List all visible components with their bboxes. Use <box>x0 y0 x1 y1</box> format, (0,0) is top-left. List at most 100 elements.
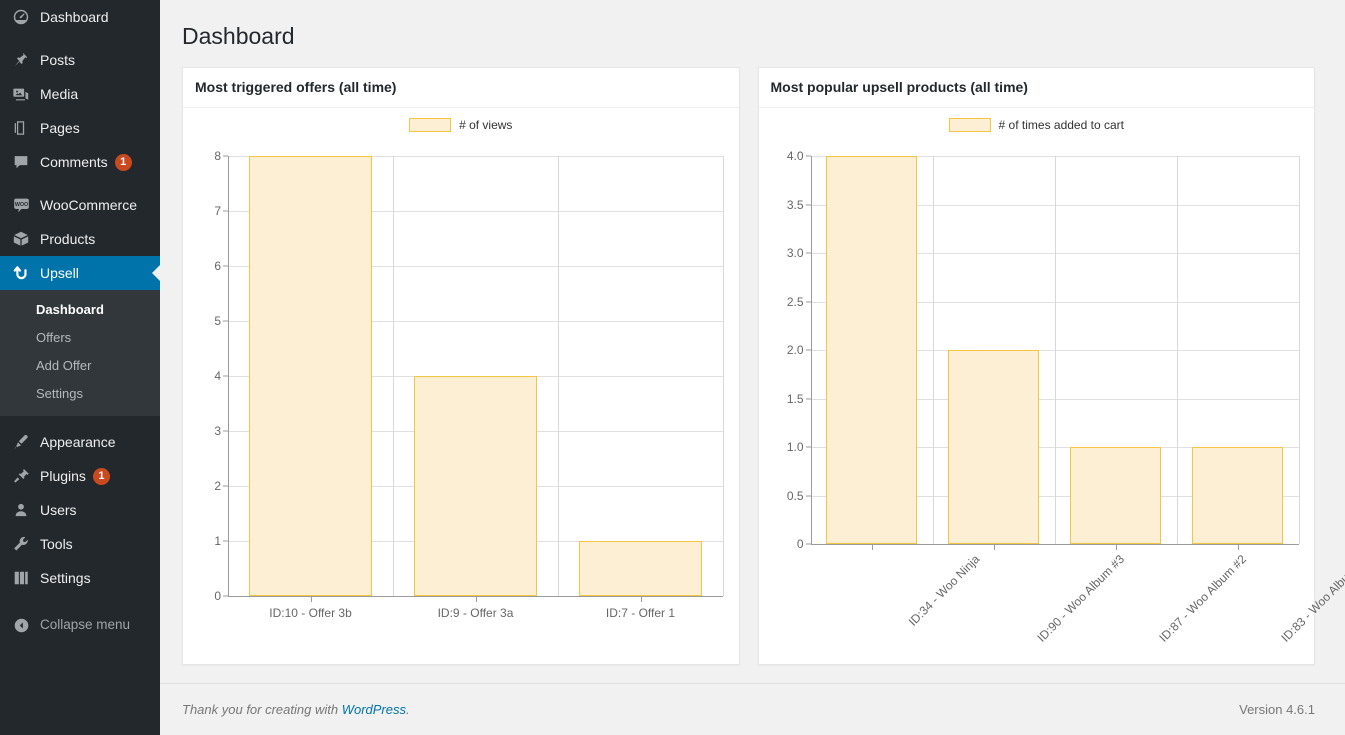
page-title: Dashboard <box>160 0 1345 51</box>
ytick-label: 1.5 <box>787 392 804 406</box>
gridline-x <box>1299 156 1300 544</box>
products-box-icon <box>11 229 31 249</box>
sidebar-item-badge: 1 <box>93 468 110 485</box>
woo-icon: WOO <box>11 195 31 215</box>
sidebar-item-tools[interactable]: Tools <box>0 527 160 561</box>
bar[interactable] <box>826 156 916 544</box>
chart-most-triggered-offers[interactable]: # of views 012345678ID:10 - Offer 3bID:9… <box>183 108 739 664</box>
appearance-brush-icon <box>11 432 31 452</box>
footer-credit: Thank you for creating with WordPress. <box>182 702 410 717</box>
xtick-label: ID:83 - Woo Album #1 <box>1278 552 1345 645</box>
panel-title: Most triggered offers (all time) <box>183 68 739 108</box>
chart-most-popular-upsell-products[interactable]: # of times added to cart 00.51.01.52.02.… <box>759 108 1315 664</box>
ytick-label: 0.5 <box>787 489 804 503</box>
gridline-x <box>1055 156 1056 544</box>
bar[interactable] <box>579 541 701 596</box>
ytick-label: 4.0 <box>787 149 804 163</box>
submenu-item-dashboard[interactable]: Dashboard <box>0 296 160 324</box>
gridline-x <box>1177 156 1178 544</box>
bar[interactable] <box>948 350 1038 544</box>
collapse-menu-label: Collapse menu <box>40 608 130 642</box>
submenu-item-add-offer[interactable]: Add Offer <box>0 352 160 380</box>
bar[interactable] <box>1070 447 1160 544</box>
ytick-label: 2 <box>214 479 221 493</box>
version-label: Version 4.6.1 <box>1239 702 1315 717</box>
ytick-label: 7 <box>214 204 221 218</box>
sidebar-item-users[interactable]: Users <box>0 493 160 527</box>
ytick-label: 1.0 <box>787 440 804 454</box>
upsell-submenu: DashboardOffersAdd OfferSettings <box>0 290 160 416</box>
sidebar-item-badge: 1 <box>115 154 132 171</box>
xtick-mark <box>1116 544 1117 550</box>
ytick-label: 3.5 <box>787 198 804 212</box>
xtick-label: ID:10 - Offer 3b <box>269 606 351 620</box>
gridline-x <box>933 156 934 544</box>
sidebar-item-label: Settings <box>40 561 91 595</box>
xtick-mark <box>311 596 312 602</box>
footer-thanks-text: Thank you for creating with <box>182 702 342 717</box>
sidebar-item-pages[interactable]: Pages <box>0 111 160 145</box>
xtick-mark <box>1238 544 1239 550</box>
users-icon <box>11 500 31 520</box>
sidebar-item-label: Plugins <box>40 459 86 493</box>
xtick-mark <box>994 544 995 550</box>
admin-footer: Thank you for creating with WordPress. V… <box>160 683 1345 735</box>
gridline-x <box>723 156 724 596</box>
submenu-item-settings[interactable]: Settings <box>0 380 160 408</box>
sidebar-item-appearance[interactable]: Appearance <box>0 425 160 459</box>
panel-most-popular-upsell-products: Most popular upsell products (all time) … <box>758 67 1316 665</box>
axis-line-y <box>811 156 812 544</box>
sidebar-item-label: WooCommerce <box>40 188 137 222</box>
ytick-label: 3.0 <box>787 246 804 260</box>
sidebar-item-plugins[interactable]: Plugins 1 <box>0 459 160 493</box>
ytick-label: 0 <box>797 537 804 551</box>
bar[interactable] <box>414 376 536 596</box>
collapse-menu-button[interactable]: Collapse menu <box>0 608 160 642</box>
chart-canvas: 012345678ID:10 - Offer 3bID:9 - Offer 3a… <box>183 108 739 664</box>
gridline-x <box>393 156 394 596</box>
submenu-item-offers[interactable]: Offers <box>0 324 160 352</box>
xtick-mark <box>476 596 477 602</box>
sidebar-item-woocommerce[interactable]: WOO WooCommerce <box>0 188 160 222</box>
sidebar-item-label: Dashboard <box>40 0 109 34</box>
upsell-uturn-icon <box>11 263 31 283</box>
sidebar-item-label: Products <box>40 222 95 256</box>
menu-separator <box>0 416 160 425</box>
ytick-label: 3 <box>214 424 221 438</box>
sidebar-item-upsell[interactable]: Upsell <box>0 256 160 290</box>
plot-area: 012345678ID:10 - Offer 3bID:9 - Offer 3a… <box>228 156 723 596</box>
main-content: Dashboard Most triggered offers (all tim… <box>160 0 1345 735</box>
dashboard-icon <box>11 7 31 27</box>
collapse-arrow-icon <box>11 615 31 635</box>
xtick-label: ID:7 - Offer 1 <box>606 606 675 620</box>
ytick-label: 5 <box>214 314 221 328</box>
xtick-label: ID:87 - Woo Album #2 <box>1156 552 1249 645</box>
admin-sidebar: Dashboard PostsMediaPagesComments1 WOO WooC… <box>0 0 160 735</box>
ytick-label: 6 <box>214 259 221 273</box>
sidebar-item-comments[interactable]: Comments1 <box>0 145 160 179</box>
sidebar-item-dashboard[interactable]: Dashboard <box>0 0 160 34</box>
sidebar-item-settings[interactable]: Settings <box>0 561 160 595</box>
xtick-mark <box>641 596 642 602</box>
sidebar-item-media[interactable]: Media <box>0 77 160 111</box>
dashboard-panels: Most triggered offers (all time) # of vi… <box>160 51 1345 665</box>
sidebar-item-label: Upsell <box>40 256 79 290</box>
xtick-label: ID:90 - Woo Album #3 <box>1034 552 1127 645</box>
ytick-label: 4 <box>214 369 221 383</box>
menu-separator <box>0 34 160 43</box>
sidebar-item-label: Tools <box>40 527 73 561</box>
sidebar-item-posts[interactable]: Posts <box>0 43 160 77</box>
bar[interactable] <box>249 156 371 596</box>
bar[interactable] <box>1192 447 1282 544</box>
sidebar-item-label: Pages <box>40 111 80 145</box>
wordpress-link[interactable]: WordPress <box>342 702 406 717</box>
settings-sliders-icon <box>11 568 31 588</box>
ytick-label: 1 <box>214 534 221 548</box>
media-icon <box>11 84 31 104</box>
sidebar-item-label: Users <box>40 493 77 527</box>
sidebar-item-products[interactable]: Products <box>0 222 160 256</box>
footer-period: . <box>406 702 410 717</box>
ytick-label: 0 <box>214 589 221 603</box>
sidebar-item-label: Media <box>40 77 78 111</box>
svg-text:WOO: WOO <box>14 202 27 208</box>
